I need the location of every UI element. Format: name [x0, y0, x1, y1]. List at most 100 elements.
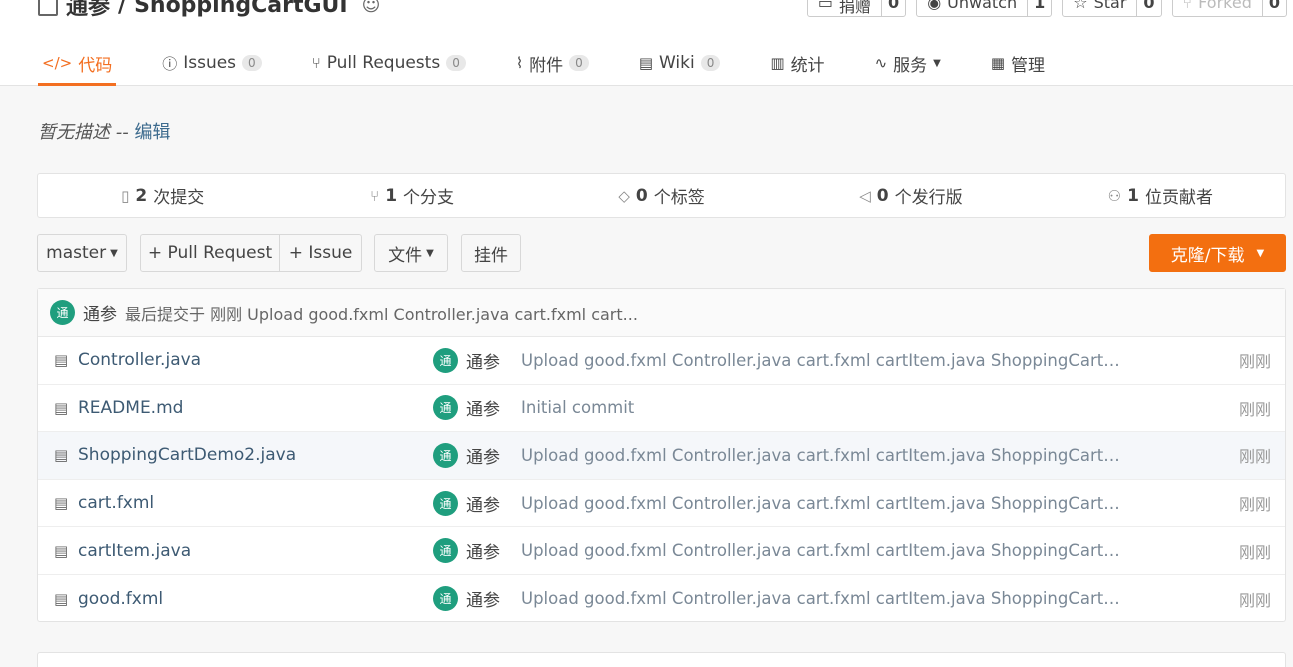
file-commit-author[interactable]: 通参 [466, 586, 500, 611]
star-count: 0 [1136, 0, 1160, 16]
table-row[interactable]: ▤ README.md 通通参 Initial commit 刚刚 [38, 385, 1285, 433]
donate-count: 0 [881, 0, 905, 16]
avatar[interactable]: 通 [433, 347, 458, 373]
chevron-down-icon: ▼ [426, 247, 434, 259]
widget-button[interactable]: 挂件 [461, 234, 521, 272]
unwatch-button[interactable]: ◉ Unwatch 1 [916, 0, 1053, 17]
star-icon: ☆ [1073, 0, 1088, 12]
file-name-link[interactable]: README.md [78, 398, 183, 418]
avatar[interactable]: 通 [433, 442, 458, 468]
tab-code[interactable]: </> 代码 [38, 40, 117, 86]
avatar[interactable]: 通 [433, 538, 458, 564]
file-commit-message[interactable]: Upload good.fxml Controller.java cart.fx… [521, 446, 1121, 465]
file-commit-message[interactable]: Upload good.fxml Controller.java cart.fx… [521, 351, 1121, 370]
repo-title: 通参 / ShoppingCartGUI ☺ [38, 0, 380, 20]
file-commit-author[interactable]: 通参 [466, 538, 500, 563]
file-name-link[interactable]: ShoppingCartDemo2.java [78, 445, 296, 465]
release-icon: ◁ [859, 186, 871, 205]
table-row[interactable]: ▤ Controller.java 通通参 Upload good.fxml C… [38, 337, 1285, 385]
watch-count: 1 [1027, 0, 1051, 16]
branch-select[interactable]: master ▼ [37, 234, 127, 272]
table-row[interactable]: ▤ good.fxml 通通参 Upload good.fxml Control… [38, 575, 1285, 623]
tab-pull-requests[interactable]: ⑂ Pull Requests 0 [308, 40, 470, 86]
avatar[interactable]: 通 [433, 586, 458, 612]
donate-button[interactable]: ▭ 捐赠 0 [806, 0, 907, 17]
clone-download-button[interactable]: 克隆/下载 ▼ [1149, 234, 1286, 272]
chevron-down-icon: ▼ [1256, 247, 1265, 259]
file-menu-button[interactable]: 文件 ▼ [374, 234, 448, 272]
repo-toolbar: master ▼ + Pull Request + Issue 文件 ▼ 挂件 克隆… [37, 234, 1286, 272]
contributors-icon: ⚇ [1107, 186, 1122, 205]
wiki-count: 0 [700, 55, 721, 71]
table-row[interactable]: ▤ cartItem.java 通通参 Upload good.fxml Con… [38, 527, 1285, 575]
latest-commit-bar: 通 通参 最后提交于 刚刚 Upload good.fxml Controlle… [38, 289, 1285, 337]
service-icon: ∿ [874, 54, 888, 72]
tab-stats[interactable]: ▥ 统计 [766, 40, 828, 86]
file-name-link[interactable]: cartItem.java [78, 541, 191, 561]
branch-icon: ⑂ [370, 186, 380, 205]
tab-services[interactable]: ∿ 服务 ▼ [871, 40, 945, 86]
file-name-link[interactable]: cart.fxml [78, 493, 154, 513]
table-row[interactable]: ▤ cart.fxml 通通参 Upload good.fxml Control… [38, 480, 1285, 528]
manage-icon: ▦ [990, 54, 1006, 72]
file-commit-time: 刚刚 [1238, 542, 1271, 562]
file-name-link[interactable]: good.fxml [78, 589, 163, 609]
chevron-down-icon: ▼ [933, 57, 941, 69]
issues-count: 0 [242, 55, 262, 71]
new-issue-button[interactable]: + Issue [279, 234, 362, 272]
file-list: 通 通参 最后提交于 刚刚 Upload good.fxml Controlle… [37, 288, 1286, 622]
edit-description-link[interactable]: 编辑 [134, 122, 170, 143]
tab-attachments[interactable]: ⌇ 附件 0 [512, 40, 593, 86]
file-commit-message[interactable]: Initial commit [521, 398, 1121, 417]
star-button[interactable]: ☆ Star 0 [1062, 0, 1162, 17]
stat-branches[interactable]: ⑂ 1 个分支 [287, 174, 536, 217]
file-commit-author[interactable]: 通参 [466, 348, 500, 373]
wiki-icon: ▤ [638, 54, 653, 72]
new-pull-request-button[interactable]: + Pull Request [140, 234, 280, 272]
file-icon: ▤ [54, 398, 69, 417]
tab-manage[interactable]: ▦ 管理 [987, 40, 1049, 86]
commit-author-link[interactable]: 通参 [83, 300, 117, 325]
file-commit-message[interactable]: Upload good.fxml Controller.java cart.fx… [521, 541, 1121, 560]
tag-icon: ◇ [618, 186, 630, 205]
file-icon: ▤ [54, 541, 69, 560]
file-icon: ▤ [54, 589, 69, 608]
code-icon: </> [42, 54, 73, 72]
avatar[interactable]: 通 [433, 490, 458, 516]
fork-icon: ⑂ [1182, 0, 1193, 12]
commit-icon: ▯ [121, 186, 130, 205]
file-commit-message[interactable]: Upload good.fxml Controller.java cart.fx… [521, 589, 1121, 608]
repo-stats-bar: ▯ 2 次提交 ⑂ 1 个分支 ◇ 0 个标签 ◁ 0 个发行版 ⚇ 1 位贡献… [37, 173, 1286, 218]
avatar[interactable]: 通 [433, 395, 458, 421]
avatar[interactable]: 通 [50, 300, 75, 325]
file-icon: ▤ [54, 351, 69, 370]
pull-requests-count: 0 [446, 55, 466, 71]
stat-releases[interactable]: ◁ 0 个发行版 [786, 174, 1035, 217]
stat-commits[interactable]: ▯ 2 次提交 [38, 174, 287, 217]
tab-wiki[interactable]: ▤ Wiki 0 [635, 40, 725, 86]
pull-request-icon: ⑂ [311, 54, 321, 72]
eye-icon: ◉ [927, 0, 942, 12]
recommend-badge-icon: ☺ [361, 0, 381, 16]
file-icon: ▤ [54, 494, 69, 513]
file-commit-message[interactable]: Upload good.fxml Controller.java cart.fx… [521, 494, 1121, 513]
table-row[interactable]: ▤ ShoppingCartDemo2.java 通通参 Upload good… [38, 432, 1285, 480]
stat-contributors[interactable]: ⚇ 1 位贡献者 [1036, 174, 1285, 217]
readme-panel [37, 652, 1286, 667]
file-commit-author[interactable]: 通参 [466, 443, 500, 468]
repo-name-link[interactable]: ShoppingCartGUI [134, 0, 348, 18]
forked-button[interactable]: ⑂ Forked 0 [1171, 0, 1287, 17]
tab-issues[interactable]: ⓘ Issues 0 [158, 40, 265, 86]
stat-tags[interactable]: ◇ 0 个标签 [537, 174, 786, 217]
repo-owner-link[interactable]: 通参 [66, 0, 110, 21]
latest-commit-message[interactable]: 最后提交于 刚刚 Upload good.fxml Controller.jav… [125, 301, 638, 325]
repo-header: 通参 / ShoppingCartGUI ☺ ▭ 捐赠 0 ◉ Unwatch 1 … [0, 0, 1293, 86]
issue-icon: ⓘ [162, 54, 178, 73]
file-commit-author[interactable]: 通参 [466, 395, 500, 420]
repo-separator: / [118, 0, 127, 18]
file-commit-time: 刚刚 [1238, 447, 1271, 467]
stats-icon: ▥ [770, 54, 785, 72]
repo-tabs: </> 代码 ⓘ Issues 0 ⑂ Pull Requests 0 ⌇ 附件… [38, 40, 1091, 86]
file-commit-author[interactable]: 通参 [466, 491, 500, 516]
file-name-link[interactable]: Controller.java [78, 350, 201, 370]
